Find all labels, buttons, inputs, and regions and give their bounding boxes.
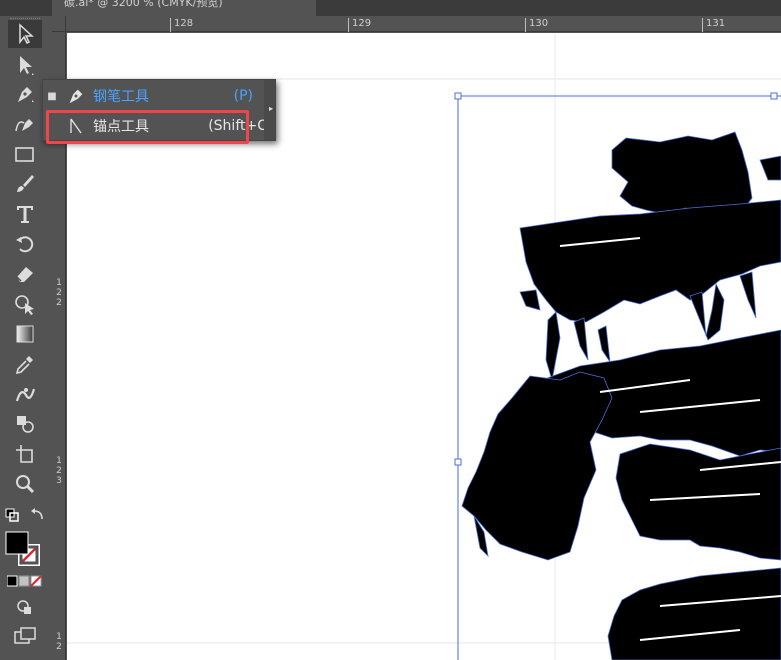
zoom-icon bbox=[16, 475, 35, 494]
bounding-handle bbox=[454, 458, 462, 466]
screen-mode-icon[interactable] bbox=[14, 627, 38, 645]
eraser-tool-button[interactable] bbox=[8, 260, 42, 288]
pen-icon bbox=[18, 87, 34, 102]
fill-stroke-swatches[interactable] bbox=[4, 530, 46, 570]
bounding-handle bbox=[454, 92, 462, 100]
gradient-icon bbox=[16, 325, 34, 343]
direct-selection-arrow-icon bbox=[20, 56, 34, 75]
annotation-highlight-box bbox=[46, 110, 249, 144]
rectangle-tool-button[interactable] bbox=[8, 140, 42, 168]
selection-tool-button[interactable] bbox=[8, 20, 42, 48]
flyout-item-shortcut: (P) bbox=[233, 88, 253, 104]
selection-arrow-icon bbox=[19, 23, 34, 45]
paintbrush-icon bbox=[17, 175, 34, 192]
eraser-icon bbox=[16, 267, 33, 282]
default-colors-icon[interactable] bbox=[4, 507, 48, 527]
color-mode-buttons[interactable] bbox=[7, 575, 43, 587]
flyout-item-pen-tool[interactable]: ■ 钢笔工具 (P) bbox=[43, 81, 265, 111]
rotate-icon bbox=[16, 236, 34, 253]
horizontal-ruler[interactable]: 128 129 130 131 bbox=[66, 16, 781, 32]
ruler-tick-label: 1 2 bbox=[56, 632, 62, 652]
ruler-tick-label: 130 bbox=[525, 18, 548, 32]
artboard-tool-button[interactable] bbox=[8, 440, 42, 468]
ruler-tick-label: 128 bbox=[170, 18, 193, 32]
ruler-tick-label: 1 2 2 bbox=[56, 278, 62, 308]
brush-stroke-shapes bbox=[461, 131, 781, 660]
swap-colors-icon bbox=[33, 510, 43, 520]
zoom-tool-button[interactable] bbox=[8, 470, 42, 498]
pen-tool-button[interactable] bbox=[8, 80, 42, 108]
illustrator-window: 碳.ai* @ 3200 % (CMYK/预览) × bbox=[0, 0, 781, 660]
live-paint-bucket-tool-button[interactable] bbox=[8, 410, 42, 438]
draw-mode-icon[interactable] bbox=[16, 599, 34, 615]
puppet-warp-icon bbox=[15, 388, 36, 402]
gradient-tool-button[interactable] bbox=[8, 320, 42, 348]
live-paint-bucket-icon bbox=[17, 416, 34, 433]
type-tool-button[interactable] bbox=[8, 200, 42, 228]
pen-icon bbox=[61, 86, 91, 106]
eyedropper-tool-button[interactable] bbox=[8, 350, 42, 378]
bounding-handle bbox=[770, 92, 778, 100]
artboard-icon bbox=[16, 445, 33, 463]
rotate-tool-button[interactable] bbox=[8, 230, 42, 258]
ruler-tick-label: 1 2 3 bbox=[56, 456, 62, 486]
type-icon bbox=[17, 206, 33, 223]
flyout-item-label: 钢笔工具 bbox=[93, 89, 149, 105]
selected-bullet-icon: ■ bbox=[47, 90, 57, 102]
shape-builder-tool-button[interactable] bbox=[8, 290, 42, 318]
ruler-tick-label: 129 bbox=[348, 18, 371, 32]
ruler-tick-label: 131 bbox=[702, 18, 725, 32]
document-tab-bar: 碳.ai* @ 3200 % (CMYK/预览) × bbox=[0, 0, 781, 16]
curvature-pen-icon bbox=[15, 119, 33, 132]
expand-arrow-icon: ▸ bbox=[268, 104, 273, 113]
curvature-tool-button[interactable] bbox=[8, 110, 42, 138]
shape-builder-icon bbox=[15, 295, 34, 315]
direct-selection-tool-button[interactable] bbox=[8, 51, 42, 79]
flyout-tearoff-column[interactable]: ▸ bbox=[264, 80, 275, 140]
document-tab-title: 碳.ai* @ 3200 % (CMYK/预览) bbox=[64, 0, 223, 9]
paintbrush-tool-button[interactable] bbox=[8, 170, 42, 198]
ruler-corner[interactable] bbox=[52, 16, 66, 32]
puppet-warp-tool-button[interactable] bbox=[8, 380, 42, 408]
eyedropper-icon bbox=[15, 356, 33, 375]
rectangle-icon bbox=[15, 147, 34, 162]
document-tab[interactable]: 碳.ai* @ 3200 % (CMYK/预览) × bbox=[52, 0, 316, 16]
